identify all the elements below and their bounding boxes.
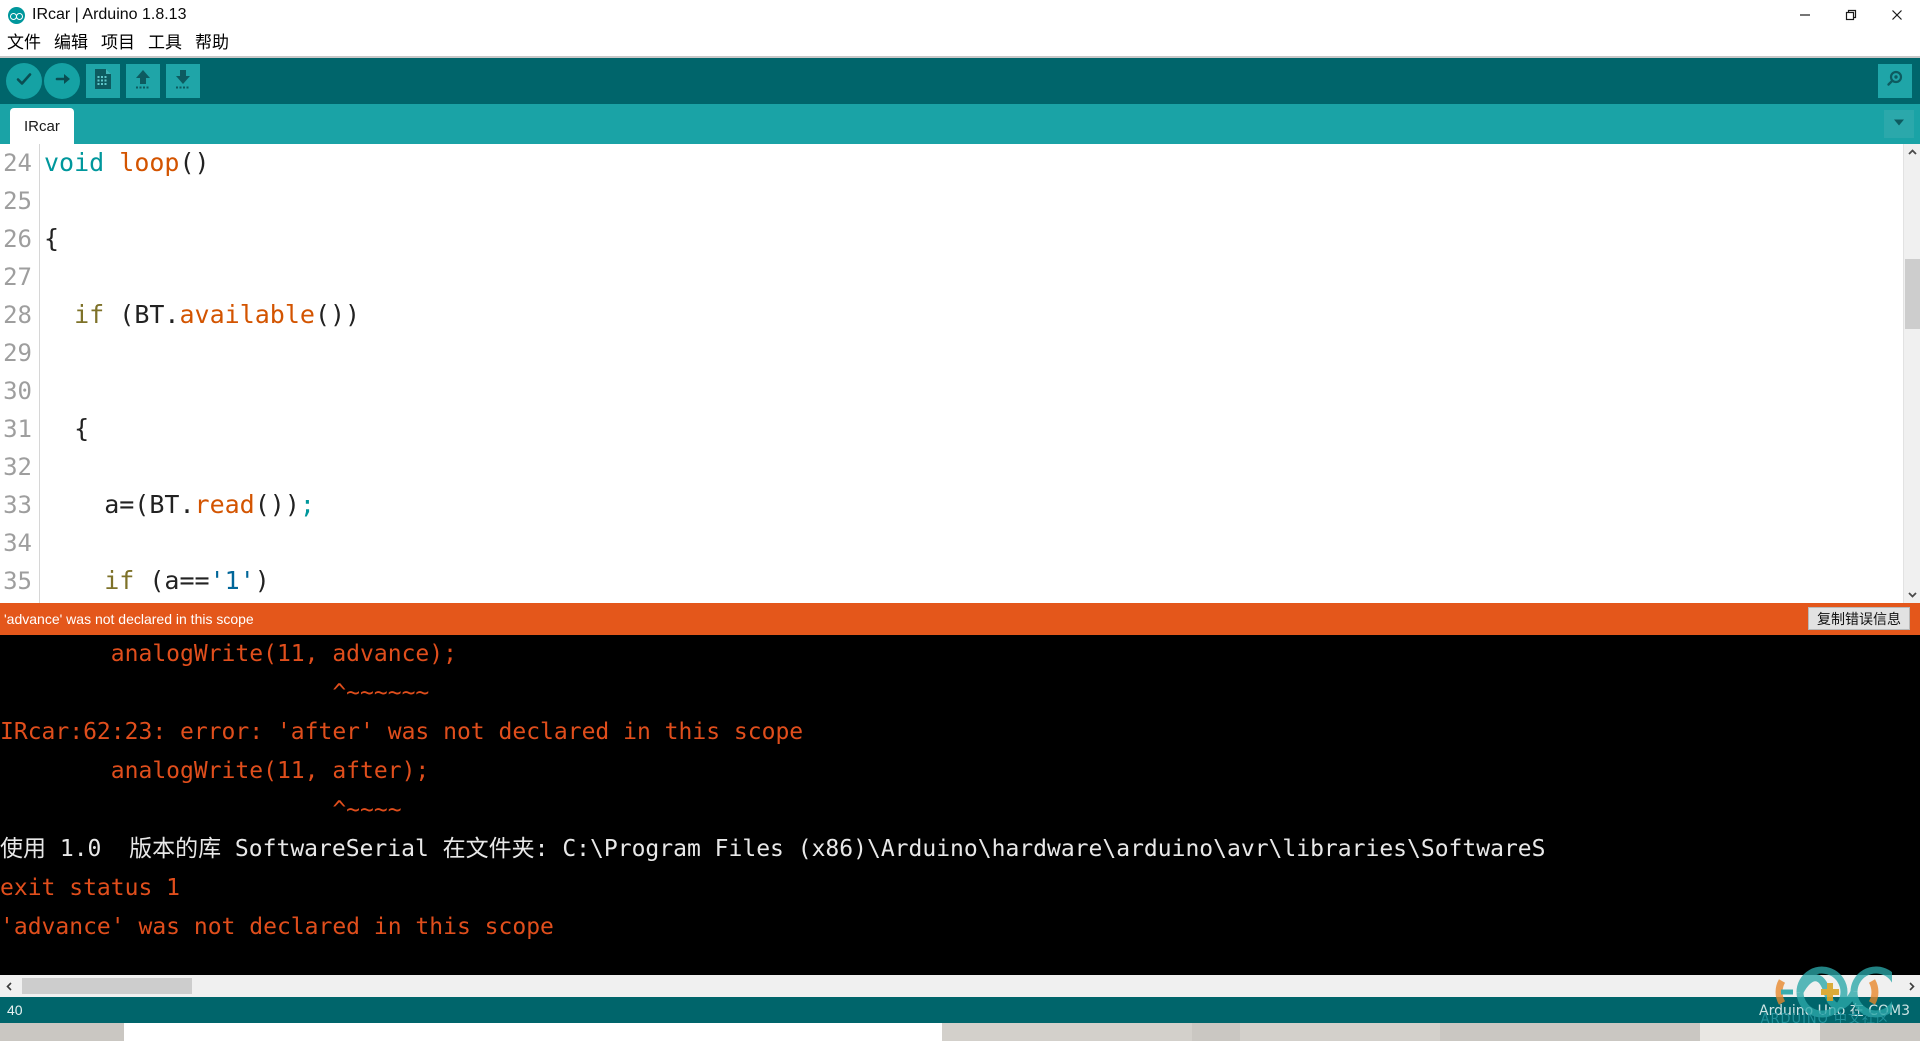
- minimize-icon[interactable]: [1782, 0, 1828, 30]
- code-text: void loop(): [44, 148, 210, 177]
- tab-label: IRcar: [24, 117, 60, 135]
- restore-icon[interactable]: [1828, 0, 1874, 30]
- desktop-tile-1: [942, 1023, 1192, 1041]
- console-scroll-thumb[interactable]: [22, 978, 192, 994]
- code-text: if (a=='1'): [104, 566, 270, 595]
- console-line: exit status 1: [0, 875, 181, 901]
- copy-error-button[interactable]: 复制错误信息: [1808, 607, 1910, 630]
- upload-icon: [51, 68, 73, 95]
- line-number: 28: [3, 301, 32, 329]
- console-horizontal-scrollbar[interactable]: [0, 975, 1920, 997]
- menu-edit[interactable]: 编辑: [54, 30, 95, 56]
- upload-button[interactable]: [44, 63, 80, 99]
- error-bar: 'advance' was not declared in this scope…: [0, 603, 1920, 635]
- open-sketch-icon: [133, 68, 153, 95]
- scroll-left-icon[interactable]: [0, 975, 18, 997]
- verify-button[interactable]: [6, 63, 42, 99]
- console-line: analogWrite(11, after);: [0, 758, 430, 784]
- toolbar: [0, 58, 1920, 104]
- tab-ircar[interactable]: IRcar: [10, 108, 74, 144]
- code-editor[interactable]: 24 void loop() 25 26 {27 28 if (BT.available(…: [0, 144, 1920, 603]
- status-bar: 40 Arduino Uno 在 COM3: [0, 997, 1920, 1023]
- console-line: ^~~~~~~: [0, 680, 430, 706]
- window-controls: [1782, 0, 1920, 30]
- line-number: 30: [3, 377, 32, 405]
- line-number: 34: [3, 529, 32, 557]
- code-line: 33 a=(BT.read());: [0, 486, 1920, 524]
- window-title: IRcar | Arduino 1.8.13: [32, 6, 187, 23]
- menu-tools[interactable]: 工具: [148, 30, 189, 56]
- editor-vertical-scrollbar[interactable]: [1903, 144, 1920, 603]
- line-number: 35: [3, 567, 32, 595]
- code-line: 27: [0, 258, 1920, 296]
- new-sketch-icon: [93, 68, 113, 95]
- background-window: [124, 1023, 942, 1041]
- menu-bar: 文件 编辑 项目 工具 帮助: [0, 30, 1920, 56]
- close-icon[interactable]: [1874, 0, 1920, 30]
- open-sketch-button[interactable]: [126, 64, 160, 98]
- code-text: {: [44, 224, 60, 253]
- code-text: if (BT.available()): [74, 300, 361, 329]
- line-number: 26: [3, 225, 32, 253]
- scroll-up-icon[interactable]: [1904, 144, 1920, 161]
- console-line: analogWrite(11, advance);: [0, 641, 457, 667]
- console-lines: analogWrite(11, advance); ^~~~~~~ IRcar:6…: [0, 635, 1920, 947]
- line-number: 24: [3, 149, 32, 177]
- code-line: 25: [0, 182, 1920, 220]
- code-line: 24 void loop(): [0, 144, 1920, 182]
- desktop-strip: [0, 1023, 1920, 1041]
- console-output[interactable]: analogWrite(11, advance); ^~~~~~~ IRcar:6…: [0, 635, 1920, 975]
- code-text: {: [44, 414, 90, 443]
- error-message: 'advance' was not declared in this scope: [4, 611, 254, 627]
- code-line: 31 {: [0, 410, 1920, 448]
- code-line: 34: [0, 524, 1920, 562]
- menu-sketch[interactable]: 项目: [101, 30, 142, 56]
- chevron-down-icon: [1891, 114, 1907, 135]
- save-sketch-button[interactable]: [166, 64, 200, 98]
- title-bar: IRcar | Arduino 1.8.13: [0, 0, 1920, 30]
- desktop-tile-3: [1700, 1023, 1820, 1041]
- save-sketch-icon: [173, 68, 193, 95]
- console-line: ^~~~~: [0, 797, 402, 823]
- editor-scroll-thumb[interactable]: [1905, 259, 1920, 329]
- desktop-tile-2: [1240, 1023, 1440, 1041]
- line-number: 29: [3, 339, 32, 367]
- code-line: 30: [0, 372, 1920, 410]
- tab-dropdown-button[interactable]: [1884, 110, 1914, 138]
- console-line: 使用 1.0 版本的库 SoftwareSerial 在文件夹: C:\Prog…: [0, 836, 1546, 862]
- cursor-line-number: 40: [7, 1002, 23, 1018]
- code-lines: 24 void loop() 25 26 {27 28 if (BT.available(…: [0, 144, 1920, 600]
- console-line: IRcar:62:23: error: 'after' was not decl…: [0, 719, 804, 745]
- code-line: 26 {: [0, 220, 1920, 258]
- scroll-right-icon[interactable]: [1902, 975, 1920, 997]
- code-line: 32: [0, 448, 1920, 486]
- board-status: Arduino Uno 在 COM3: [1759, 1003, 1910, 1019]
- arduino-logo-icon: [8, 6, 25, 24]
- line-number: 27: [3, 263, 32, 291]
- scroll-down-icon[interactable]: [1904, 586, 1920, 603]
- arduino-ide-window: IRcar | Arduino 1.8.13 文件 编辑 项目 工具 帮助 IR…: [0, 0, 1920, 1041]
- code-text: a=(BT.read());: [44, 490, 315, 519]
- new-sketch-button[interactable]: [86, 64, 120, 98]
- line-number: 32: [3, 453, 32, 481]
- menu-help[interactable]: 帮助: [195, 30, 236, 56]
- title-bar-left: IRcar | Arduino 1.8.13: [0, 6, 1782, 24]
- verify-icon: [13, 68, 35, 95]
- code-line: 29: [0, 334, 1920, 372]
- code-line: 28 if (BT.available()): [0, 296, 1920, 334]
- line-number: 25: [3, 187, 32, 215]
- line-number: 33: [3, 491, 32, 519]
- serial-monitor-icon: [1884, 68, 1906, 95]
- line-number: 31: [3, 415, 32, 443]
- tab-strip: IRcar: [0, 104, 1920, 144]
- console-line: 'advance' was not declared in this scope: [0, 914, 554, 940]
- serial-monitor-button[interactable]: [1878, 64, 1912, 98]
- menu-file[interactable]: 文件: [7, 30, 48, 56]
- code-line: 35 if (a=='1'): [0, 562, 1920, 600]
